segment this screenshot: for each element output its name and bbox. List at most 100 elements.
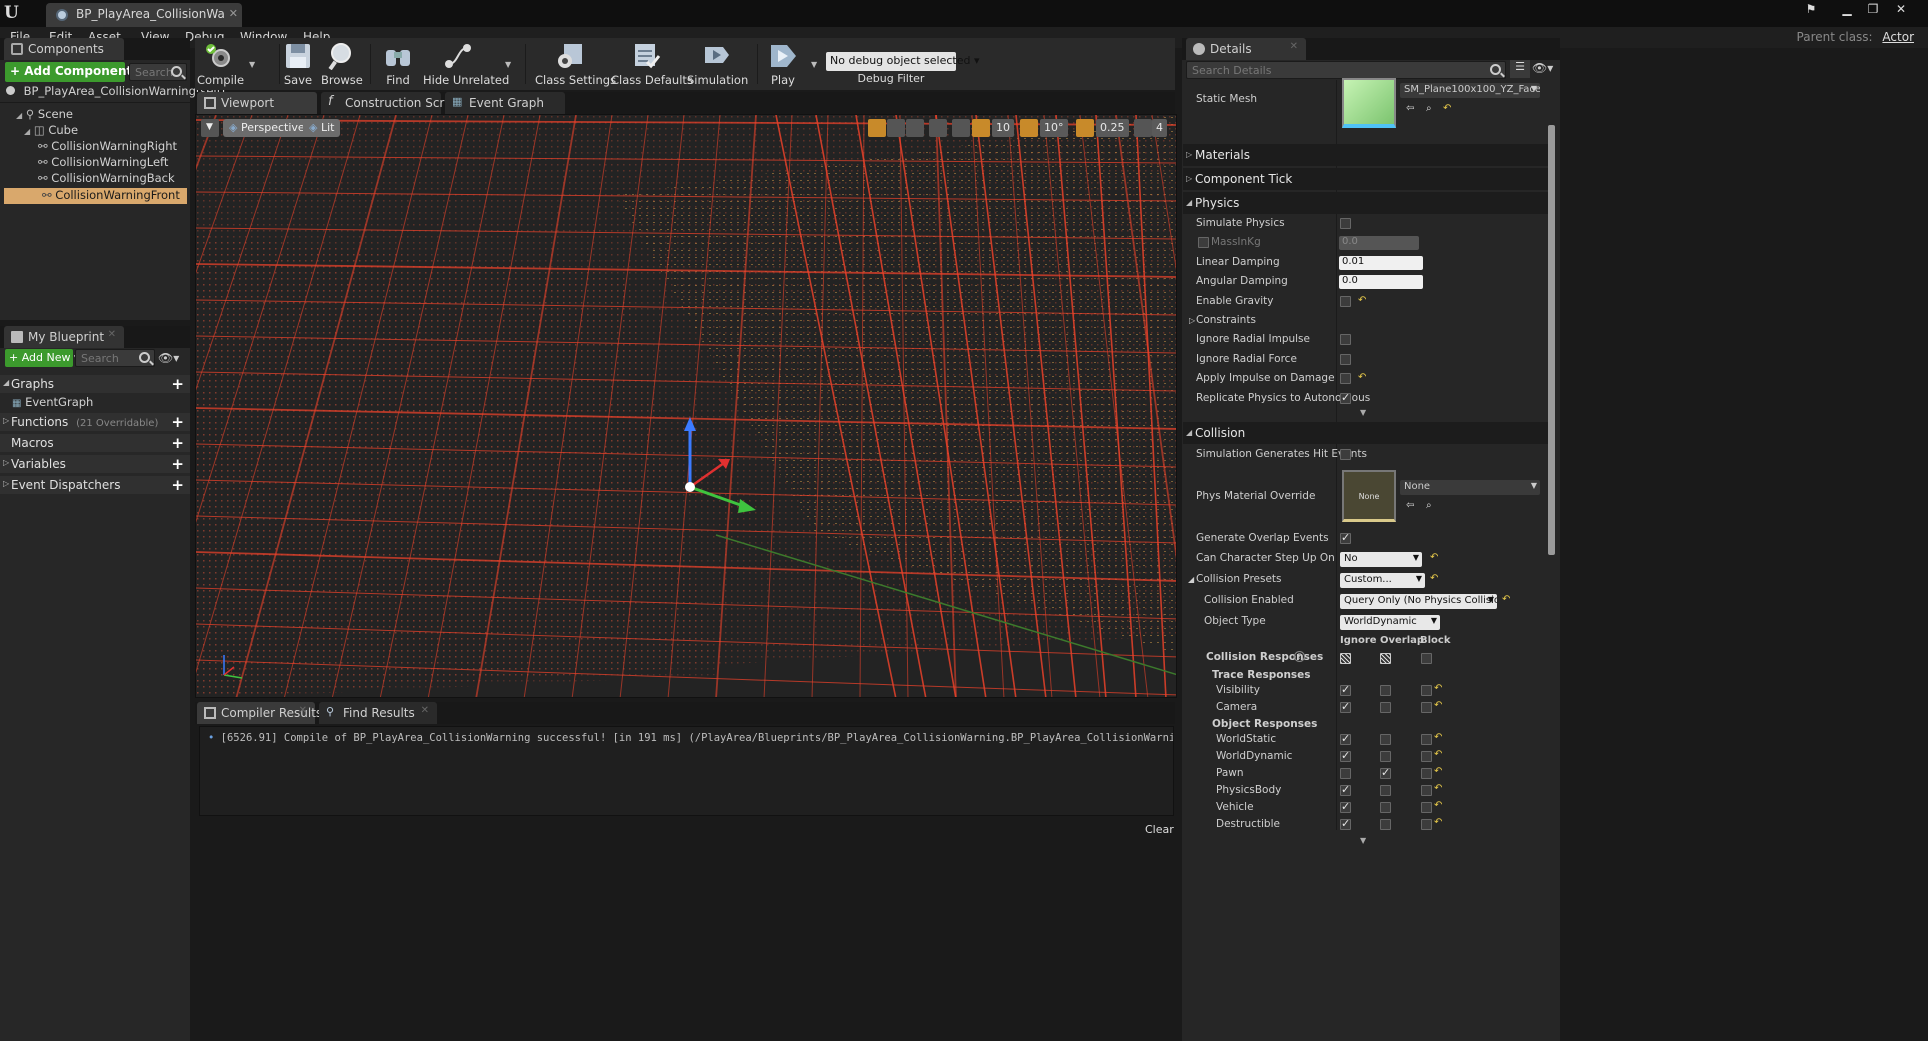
simulate-physics-checkbox[interactable] — [1340, 218, 1351, 229]
viewport-scene[interactable] — [196, 115, 1177, 698]
static-mesh-select[interactable]: SM_Plane100x100_YZ_FaceBac ▼ — [1400, 83, 1540, 98]
add-macro-icon[interactable]: + — [171, 434, 184, 452]
grid-snap-icon[interactable] — [972, 119, 990, 137]
category-component-tick[interactable]: ▷ Component Tick — [1183, 168, 1548, 190]
overlap-checkbox[interactable] — [1380, 819, 1391, 830]
collapsed-arrow-icon[interactable]: ▷ — [1189, 316, 1195, 325]
perspective-button[interactable]: ◈ Perspective — [223, 119, 311, 137]
close-tab-icon[interactable]: ✕ — [299, 705, 307, 716]
collision-advanced-expand-icon[interactable]: ▼ — [1360, 836, 1366, 845]
expand-arrow-icon[interactable]: ◢ — [1186, 198, 1192, 207]
hide-unrelated-options-arrow-icon[interactable]: ▼ — [505, 60, 511, 69]
mass-override-checkbox[interactable] — [1198, 237, 1209, 248]
compile-options-arrow-icon[interactable]: ▼ — [249, 60, 255, 69]
surface-snap-icon[interactable] — [952, 119, 970, 137]
overlap-checkbox[interactable] — [1380, 734, 1391, 745]
play-options-arrow-icon[interactable]: ▼ — [811, 60, 817, 69]
scale-snap-value[interactable]: 0.25 — [1096, 119, 1129, 137]
ignore-checkbox[interactable] — [1340, 732, 1351, 745]
block-checkbox[interactable] — [1421, 734, 1432, 745]
sim-hit-events-checkbox[interactable] — [1340, 449, 1351, 460]
details-search-input[interactable]: Search Details — [1186, 61, 1506, 79]
reset-to-default-icon[interactable]: ↶ — [1443, 104, 1452, 114]
tab-find-results[interactable]: ⚲ Find Results ✕ — [319, 702, 437, 724]
add-graph-icon[interactable]: + — [171, 375, 184, 393]
ignore-checkbox[interactable] — [1340, 683, 1351, 696]
play-button[interactable]: Play — [761, 38, 805, 90]
expand-arrow-icon[interactable]: ◢ — [16, 111, 22, 120]
collision-enabled-select[interactable]: Query Only (No Physics Collision) ▼ — [1340, 594, 1497, 609]
grid-snap-value[interactable]: 10 — [992, 119, 1014, 137]
block-checkbox[interactable] — [1421, 785, 1432, 796]
reset-to-default-icon[interactable]: ↶ — [1434, 733, 1443, 743]
apply-impulse-on-damage-checkbox[interactable] — [1340, 373, 1351, 384]
variables-category[interactable]: ▷ Variables + — [0, 455, 190, 473]
reset-to-default-icon[interactable]: ↶ — [1358, 296, 1367, 306]
use-selected-arrow-icon[interactable]: ⇦ — [1406, 501, 1415, 511]
unreal-logo-icon[interactable]: U — [4, 3, 24, 23]
ignore-checkbox[interactable] — [1340, 817, 1351, 830]
ignore-checkbox[interactable] — [1340, 768, 1351, 779]
reset-to-default-icon[interactable]: ↶ — [1430, 574, 1439, 584]
phys-material-thumbnail[interactable]: None — [1342, 470, 1396, 522]
ignore-radial-impulse-checkbox[interactable] — [1340, 334, 1351, 345]
clear-button[interactable]: Clear — [1145, 823, 1174, 836]
expand-arrow-icon[interactable]: ◢ — [3, 378, 9, 387]
expand-arrow-icon[interactable]: ◢ — [24, 127, 30, 136]
scale-snap-icon[interactable] — [1076, 119, 1094, 137]
ignore-checkbox[interactable] — [1340, 783, 1351, 796]
reset-to-default-icon[interactable]: ↶ — [1434, 684, 1443, 694]
tab-my-blueprint[interactable]: My Blueprint ✕ — [4, 326, 124, 348]
details-scrollbar[interactable] — [1548, 125, 1555, 555]
reset-to-default-icon[interactable]: ↶ — [1358, 373, 1367, 383]
add-variable-icon[interactable]: + — [171, 455, 184, 473]
functions-category[interactable]: ▷ Functions (21 Overridable) + — [0, 413, 190, 431]
minimize-icon[interactable]: ▁ — [1836, 2, 1858, 20]
block-checkbox[interactable] — [1421, 702, 1432, 713]
overlap-checkbox[interactable] — [1380, 751, 1391, 762]
collapsed-arrow-icon[interactable]: ▷ — [3, 416, 9, 425]
translate-tool-icon[interactable] — [868, 119, 886, 137]
debug-object-select[interactable]: No debug object selected ▾ — [826, 52, 979, 71]
expand-arrow-icon[interactable]: ◢ — [1188, 575, 1194, 584]
overlap-checkbox[interactable] — [1380, 802, 1391, 813]
ignore-radial-force-checkbox[interactable] — [1340, 354, 1351, 365]
category-materials[interactable]: ▷ Materials — [1183, 144, 1548, 166]
tree-item-collision-warning-front[interactable]: ⚯ CollisionWarningFront — [4, 188, 187, 204]
close-window-icon[interactable]: ✕ — [1890, 2, 1912, 20]
collapsed-arrow-icon[interactable]: ▷ — [3, 458, 9, 467]
camera-speed-value[interactable]: 4 — [1152, 119, 1167, 137]
browse-asset-icon[interactable]: ⌕ — [1426, 501, 1435, 511]
block-checkbox[interactable] — [1421, 685, 1432, 696]
all-block-checkbox[interactable] — [1421, 653, 1432, 664]
ignore-checkbox[interactable] — [1340, 749, 1351, 762]
tree-item-collision-warning-left[interactable]: ⚯ CollisionWarningLeft — [0, 155, 190, 171]
add-function-icon[interactable]: + — [171, 413, 184, 431]
block-checkbox[interactable] — [1421, 819, 1432, 830]
save-button[interactable]: Save — [281, 38, 315, 90]
category-physics[interactable]: ◢ Physics — [1183, 192, 1548, 214]
rotation-snap-value[interactable]: 10° — [1040, 119, 1068, 137]
static-mesh-thumbnail[interactable] — [1342, 78, 1396, 128]
view-options-icon[interactable]: 👁▾ — [1532, 61, 1553, 75]
reset-to-default-icon[interactable]: ↶ — [1434, 784, 1443, 794]
macros-category[interactable]: Macros + — [0, 434, 190, 452]
view-options-icon[interactable]: 👁▾ — [158, 351, 179, 365]
tree-item-cube[interactable]: ◢ ◫ Cube — [0, 123, 190, 139]
graphs-category[interactable]: ◢ Graphs + — [0, 375, 190, 393]
mass-in-kg-input[interactable]: 0.0 — [1339, 236, 1419, 250]
close-tab-icon[interactable]: ✕ — [421, 705, 429, 716]
category-collision[interactable]: ◢ Collision — [1183, 422, 1548, 444]
property-matrix-icon[interactable]: ☰ — [1510, 60, 1530, 78]
find-button[interactable]: Find — [379, 38, 417, 90]
tree-item-scene[interactable]: ◢ ⚲ Scene — [0, 107, 190, 123]
block-checkbox[interactable] — [1421, 768, 1432, 779]
close-tab-icon[interactable]: ✕ — [229, 7, 238, 20]
replicate-physics-checkbox[interactable] — [1340, 391, 1351, 404]
self-row[interactable]: BP_PlayArea_CollisionWarning(self) — [0, 84, 225, 100]
reset-to-default-icon[interactable]: ↶ — [1502, 595, 1511, 605]
viewport-options-icon[interactable]: ▼ — [201, 119, 219, 137]
overlap-checkbox[interactable] — [1380, 685, 1391, 696]
ignore-checkbox[interactable] — [1340, 700, 1351, 713]
can-step-up-select[interactable]: No ▼ — [1340, 552, 1422, 567]
